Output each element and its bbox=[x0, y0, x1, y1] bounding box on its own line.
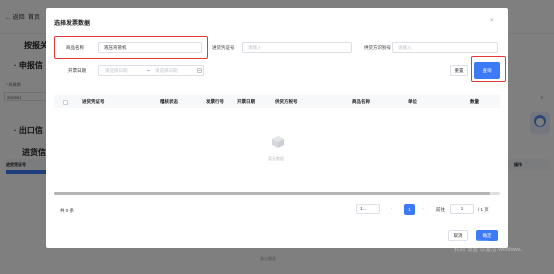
page-1-button[interactable]: 1 bbox=[404, 204, 415, 215]
col-unit: 单位 bbox=[408, 99, 417, 104]
col-invoice-line: 发票行号 bbox=[206, 99, 224, 104]
col-supplier-tax: 供货方税号 bbox=[275, 99, 298, 104]
page-size-select[interactable]: 1... bbox=[356, 204, 380, 214]
query-button[interactable]: 查询 bbox=[474, 62, 500, 79]
invoice-date-range-picker[interactable]: 请选择日期 ~ 请选择日期 bbox=[98, 65, 204, 76]
windows-activation-watermark: 激活 Windows 转到"设置"以激活 Windows。 bbox=[454, 238, 526, 254]
date-end-placeholder: 请选择日期 bbox=[155, 68, 178, 73]
total-count: 共 0 条 bbox=[60, 208, 75, 213]
close-icon[interactable]: × bbox=[490, 18, 494, 24]
horizontal-scrollbar-thumb[interactable] bbox=[54, 192, 490, 195]
goto-label: 前往 bbox=[436, 207, 445, 212]
col-product-name: 商品名称 bbox=[352, 99, 370, 104]
prev-page-button[interactable]: ‹ bbox=[391, 206, 393, 212]
col-voucher-no: 进货凭证号 bbox=[82, 99, 105, 104]
voucher-no-label: 进货凭证号 bbox=[212, 45, 235, 50]
watermark-line2: 转到"设置"以激活 Windows。 bbox=[454, 247, 526, 253]
reset-button[interactable]: 重置 bbox=[450, 65, 468, 76]
calendar-icon bbox=[197, 68, 202, 73]
empty-text: 暂无数据 bbox=[268, 156, 284, 161]
col-quantity: 数量 bbox=[470, 99, 479, 104]
watermark-line1: 激活 Windows bbox=[454, 239, 489, 245]
goto-page-input[interactable]: 1 bbox=[450, 204, 474, 214]
supplier-tax-input[interactable] bbox=[392, 42, 498, 53]
supplier-tax-label: 供货方识别号 bbox=[364, 45, 391, 50]
product-name-label: 商品名称 bbox=[66, 45, 84, 50]
voucher-no-input[interactable] bbox=[242, 42, 352, 53]
select-invoice-dialog: 选择发票数据 × 商品名称 进货凭证号 供货方识别号 开票日期 请选择日期 ~ … bbox=[46, 8, 508, 248]
product-name-input[interactable] bbox=[98, 42, 202, 53]
date-separator: ~ bbox=[147, 68, 150, 73]
col-invoice-date: 开票日期 bbox=[237, 99, 255, 104]
date-start-placeholder: 请选择日期 bbox=[105, 68, 128, 73]
invoice-date-label: 开票日期 bbox=[68, 68, 86, 73]
col-audit-status: 稽核状态 bbox=[160, 99, 178, 104]
empty-box-icon bbox=[272, 136, 284, 148]
total-pages: / 1 页 bbox=[478, 207, 489, 212]
dialog-title: 选择发票数据 bbox=[54, 21, 91, 27]
next-page-button[interactable]: › bbox=[422, 206, 424, 212]
select-all-checkbox[interactable] bbox=[63, 100, 68, 105]
